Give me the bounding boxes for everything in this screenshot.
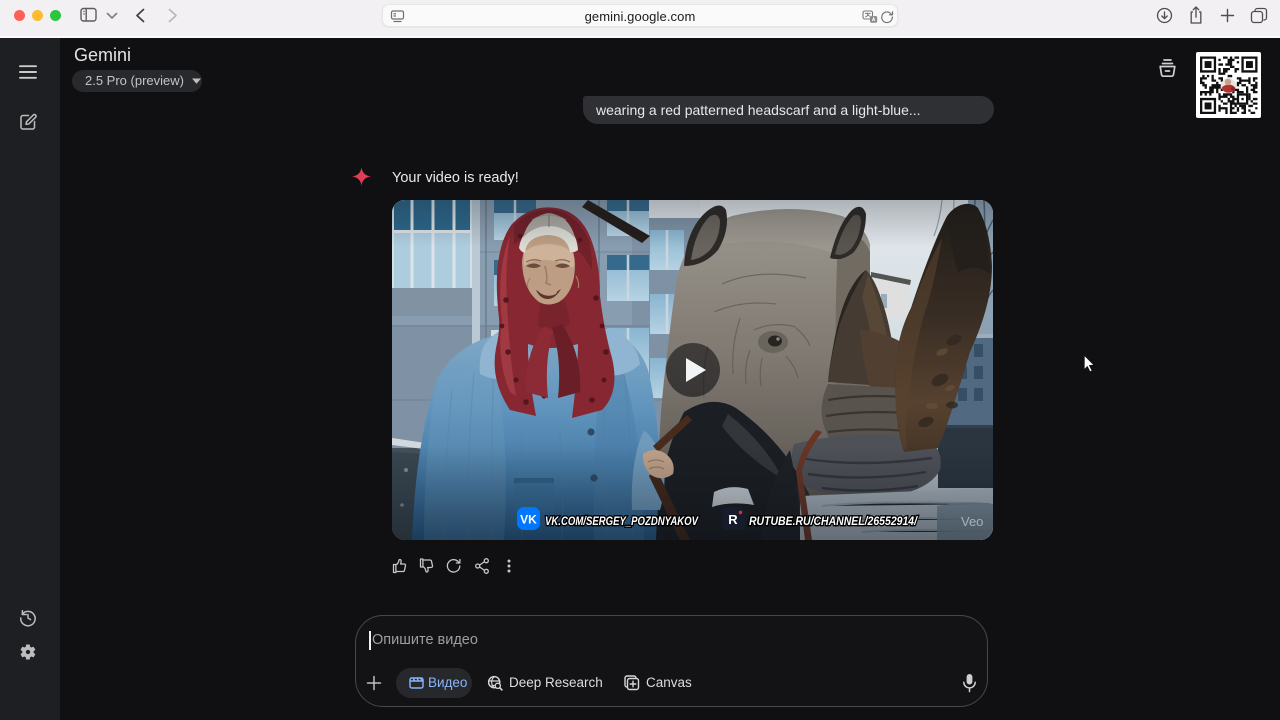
svg-text:RUTUBE.RU/CHANNEL/26552914/: RUTUBE.RU/CHANNEL/26552914/ xyxy=(749,514,918,528)
svg-text:R: R xyxy=(728,512,738,527)
svg-text:VK.COM/SERGEY_POZDNYAKOV: VK.COM/SERGEY_POZDNYAKOV xyxy=(545,514,699,528)
svg-text:VK: VK xyxy=(520,513,537,527)
svg-text:Veo: Veo xyxy=(961,514,983,529)
